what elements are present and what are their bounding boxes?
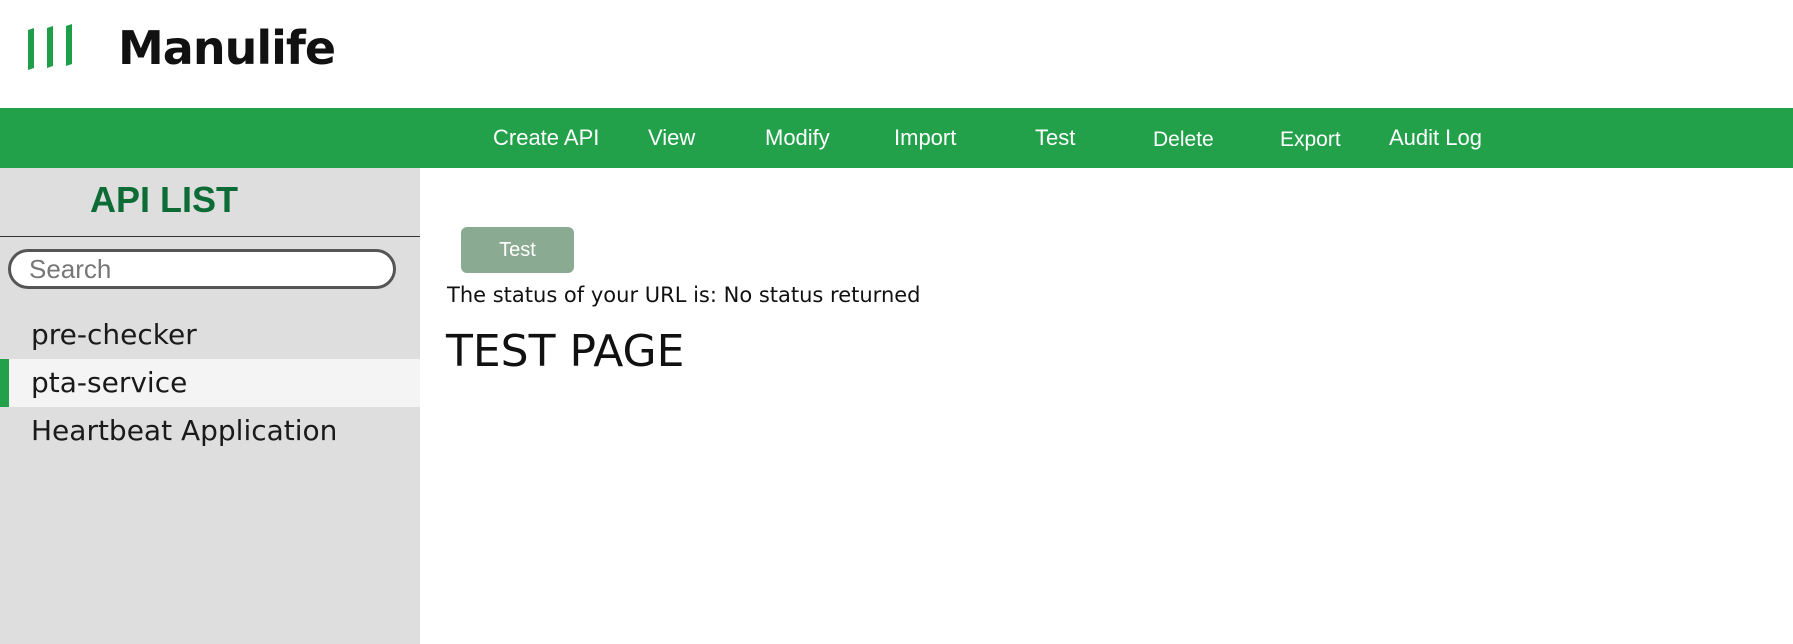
sidebar-title-text: API LIST xyxy=(90,179,239,220)
nav-modify[interactable]: Modify xyxy=(765,108,830,168)
test-button[interactable]: Test xyxy=(461,227,574,273)
api-item-heartbeat-application[interactable]: Heartbeat Application xyxy=(0,407,420,455)
page-title: TEST PAGE xyxy=(446,326,685,377)
sidebar-title: API LIST xyxy=(0,168,420,237)
nav-delete[interactable]: Delete xyxy=(1153,110,1214,170)
main-content: Test The status of your URL is: No statu… xyxy=(420,168,1793,644)
nav-create-api[interactable]: Create API xyxy=(493,108,599,168)
nav-view[interactable]: View xyxy=(648,108,695,168)
search-input[interactable] xyxy=(8,249,396,289)
top-nav: Create API View Modify Import Test Delet… xyxy=(0,108,1793,168)
status-text: The status of your URL is: No status ret… xyxy=(447,283,921,307)
api-item-label: pta-service xyxy=(31,366,188,399)
api-item-pta-service[interactable]: pta-service xyxy=(0,359,420,407)
api-list-sidebar: API LIST pre-checker pta-service Heartbe… xyxy=(0,168,420,644)
nav-export[interactable]: Export xyxy=(1280,110,1341,170)
logo-text: Manulife xyxy=(118,21,336,75)
api-item-pre-checker[interactable]: pre-checker xyxy=(0,311,420,359)
header: Manulife xyxy=(0,0,1793,108)
nav-audit-log[interactable]: Audit Log xyxy=(1389,108,1482,168)
nav-test[interactable]: Test xyxy=(1035,108,1075,168)
active-indicator xyxy=(0,359,9,407)
nav-import[interactable]: Import xyxy=(894,108,956,168)
manulife-logo-icon xyxy=(28,24,72,70)
